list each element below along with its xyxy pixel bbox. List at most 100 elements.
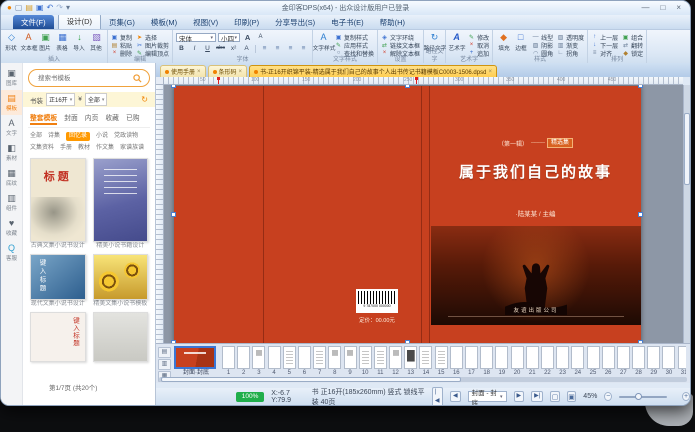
ribbon-big-button[interactable]: ▣图片 [38,32,53,52]
canvas[interactable]: 9 787000 000000 定价：00.00元 （第一辑） ──── 精选集… [164,85,683,343]
scrollbar-thumb[interactable] [161,377,461,382]
filmstrip-page[interactable] [495,346,508,369]
category-chip[interactable]: 回忆录 [66,132,90,141]
ribbon-big-button[interactable]: ◇形状 [4,32,19,52]
previous-page-button[interactable]: ◀ [450,391,461,402]
filmstrip-page[interactable] [526,346,539,369]
category-chip[interactable]: 手册 [60,144,72,153]
close-tab-icon[interactable]: × [239,69,243,75]
filmstrip-page[interactable] [374,346,387,369]
category-chip[interactable]: 党政读物 [114,132,138,141]
decrease-font-button[interactable]: A [255,32,266,43]
menu-tab[interactable]: 电子书(E) [323,15,372,29]
last-page-button[interactable]: ▶| [531,391,543,402]
document-tab[interactable]: 使用手册× [160,65,206,77]
close-button[interactable]: × [676,2,681,13]
menu-tab[interactable]: 文件(F) [13,15,54,29]
page-sort-icon[interactable]: ▥ [158,359,171,370]
filmstrip-page[interactable] [344,346,357,369]
sidebar-item-gallery[interactable]: ▣图库 [1,65,22,90]
filmstrip-page[interactable] [450,346,463,369]
ribbon-big-button[interactable]: A艺术字 [449,32,464,52]
maximize-button[interactable]: □ [660,2,665,13]
category-chip[interactable]: 全部 [30,132,42,141]
panel-tab[interactable]: 内页 [85,112,99,125]
filmstrip-page[interactable] [617,346,630,369]
template-thumbnail[interactable]: 键入标题 [30,254,86,300]
increase-font-button[interactable]: A [242,32,253,43]
horizontal-scrollbar[interactable] [159,377,687,382]
align-button[interactable]: ≡ [259,43,270,54]
scrollbar-thumb[interactable] [684,113,690,185]
sidebar-item-templates[interactable]: ▤模板 [1,90,22,115]
sidebar-item-textures[interactable]: ▦底纹 [1,165,22,190]
filmstrip-page[interactable] [283,346,296,369]
ribbon-big-button[interactable]: □边框 [513,32,528,52]
ribbon-big-button[interactable]: A文本框 [21,32,36,52]
ribbon-big-button[interactable]: ↓导入 [72,32,87,52]
align-button[interactable]: ≡ [272,43,283,54]
selection-handle[interactable] [638,212,643,217]
cover-photo[interactable]: 友谊出版公司 [431,226,641,325]
menu-tab[interactable]: 视图(V) [185,15,226,29]
format-button[interactable]: U [202,43,213,54]
template-thumbnail[interactable] [93,158,149,242]
single-page-view-button[interactable]: ▢ [550,391,559,402]
minimize-button[interactable]: — [641,2,649,13]
ruler-marker[interactable] [218,77,219,84]
format-button[interactable]: B [176,43,187,54]
document-tab[interactable]: 书-正16开织锦平装-精选属于我们自己的故事个人出书传记书籍模板C0003-15… [249,65,497,77]
close-tab-icon[interactable]: × [197,69,201,75]
front-cover[interactable]: （第一辑） ──── 精选集 属于我们自己的故事 ·陆某某 / 主编 友谊出版公… [430,86,641,343]
format-button[interactable]: A [241,43,252,54]
sidebar-item-favorites[interactable]: ♥收藏 [1,215,22,240]
sidebar-item-widgets[interactable]: ▥组件 [1,190,22,215]
zoom-slider-knob[interactable] [635,393,642,400]
panel-tab[interactable]: 封面 [64,112,78,125]
filmstrip-page[interactable] [511,346,524,369]
filmstrip-page[interactable] [435,346,448,369]
series-label[interactable]: （第一辑） [498,139,528,148]
filmstrip-page[interactable] [465,346,478,369]
format-button[interactable]: abc [215,43,226,54]
ribbon-big-button[interactable]: A文字样式 [316,32,331,52]
format-button[interactable]: x² [228,43,239,54]
panel-tab[interactable]: 整套模板 [30,112,57,125]
filmstrip-page[interactable] [237,346,250,369]
search-input[interactable] [36,74,129,83]
selection-handle[interactable] [405,85,410,88]
filmstrip-page[interactable] [419,346,432,369]
category-chip[interactable]: 作文集 [96,144,114,153]
document-tab[interactable]: 条形码× [208,65,248,77]
menu-tab[interactable]: 帮助(H) [372,15,413,29]
panel-tab[interactable]: 已购 [126,112,140,125]
category-chip[interactable]: 诗集 [48,132,60,141]
price-select[interactable]: 全部▾ [85,93,108,106]
zoom-slider[interactable] [619,396,667,398]
filmstrip-page[interactable] [662,346,675,369]
filmstrip-page[interactable] [556,346,569,369]
sidebar-item-text[interactable]: A文字 [1,115,22,140]
close-tab-icon[interactable]: × [488,69,492,75]
menu-tab[interactable]: 页集(G) [101,15,143,29]
filmstrip-page[interactable] [313,346,326,369]
spread-view-button[interactable]: ▣ [567,391,576,402]
category-chip[interactable]: 家谱族谱 [120,144,144,153]
filmstrip-page[interactable] [328,346,341,369]
panel-tab[interactable]: 收藏 [105,112,119,125]
book-cover-spread[interactable]: 9 787000 000000 定价：00.00元 （第一辑） ──── 精选集… [174,86,641,343]
sidebar-item-materials[interactable]: ◧素材 [1,140,22,165]
cover-title[interactable]: 属于我们自己的故事 [430,161,641,182]
zoom-in-button[interactable]: + [682,392,690,401]
ribbon-big-button[interactable]: ▧其他 [89,32,104,52]
price-text[interactable]: 定价：00.00元 [348,316,406,324]
template-thumbnail[interactable] [93,254,149,300]
filmstrip-page[interactable] [602,346,615,369]
filmstrip-page[interactable] [252,346,265,369]
search-box[interactable] [28,69,150,87]
filmstrip-page[interactable] [571,346,584,369]
page-list-icon[interactable]: ▤ [158,347,171,358]
zoom-out-button[interactable]: − [604,392,612,401]
filmstrip-cover-thumbnail[interactable] [174,346,216,369]
selection-handle[interactable] [171,85,176,88]
